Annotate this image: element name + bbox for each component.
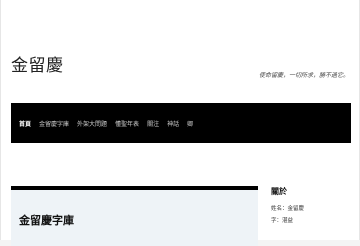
main-navigation: 首頁 金留慶字庫 外架大問題 懂聖年表 關注 神話 卿 bbox=[11, 103, 351, 143]
page: 金留慶 使命留慶，一切所求，勝不過它。 首頁 金留慶字庫 外架大問題 懂聖年表 … bbox=[0, 0, 360, 246]
nav-item-timeline[interactable]: 懂聖年表 bbox=[115, 119, 139, 128]
site-title[interactable]: 金留慶 bbox=[11, 51, 64, 76]
main-card-title[interactable]: 金留慶字庫 bbox=[19, 212, 74, 228]
nav-item-big-questions[interactable]: 外架大問題 bbox=[77, 119, 107, 128]
sidebar-heading: 關於 bbox=[271, 186, 287, 196]
nav-item-font-library[interactable]: 金留慶字庫 bbox=[39, 119, 69, 128]
main-content-card: 金留慶字庫 bbox=[11, 186, 258, 246]
site-tagline: 使命留慶，一切所求，勝不過它。 bbox=[258, 72, 349, 79]
sidebar-name-line: 姓名：金留慶 bbox=[271, 206, 305, 212]
nav-item-mythology[interactable]: 神話 bbox=[167, 119, 179, 128]
nav-item-home[interactable]: 首頁 bbox=[19, 119, 31, 128]
nav-item-more[interactable]: 卿 bbox=[187, 119, 193, 128]
sidebar-courtesy-name-line: 字：湛益 bbox=[271, 218, 294, 224]
nav-item-follow[interactable]: 關注 bbox=[147, 119, 159, 128]
sidebar-about: 關於 姓名：金留慶 字：湛益 bbox=[271, 186, 351, 228]
